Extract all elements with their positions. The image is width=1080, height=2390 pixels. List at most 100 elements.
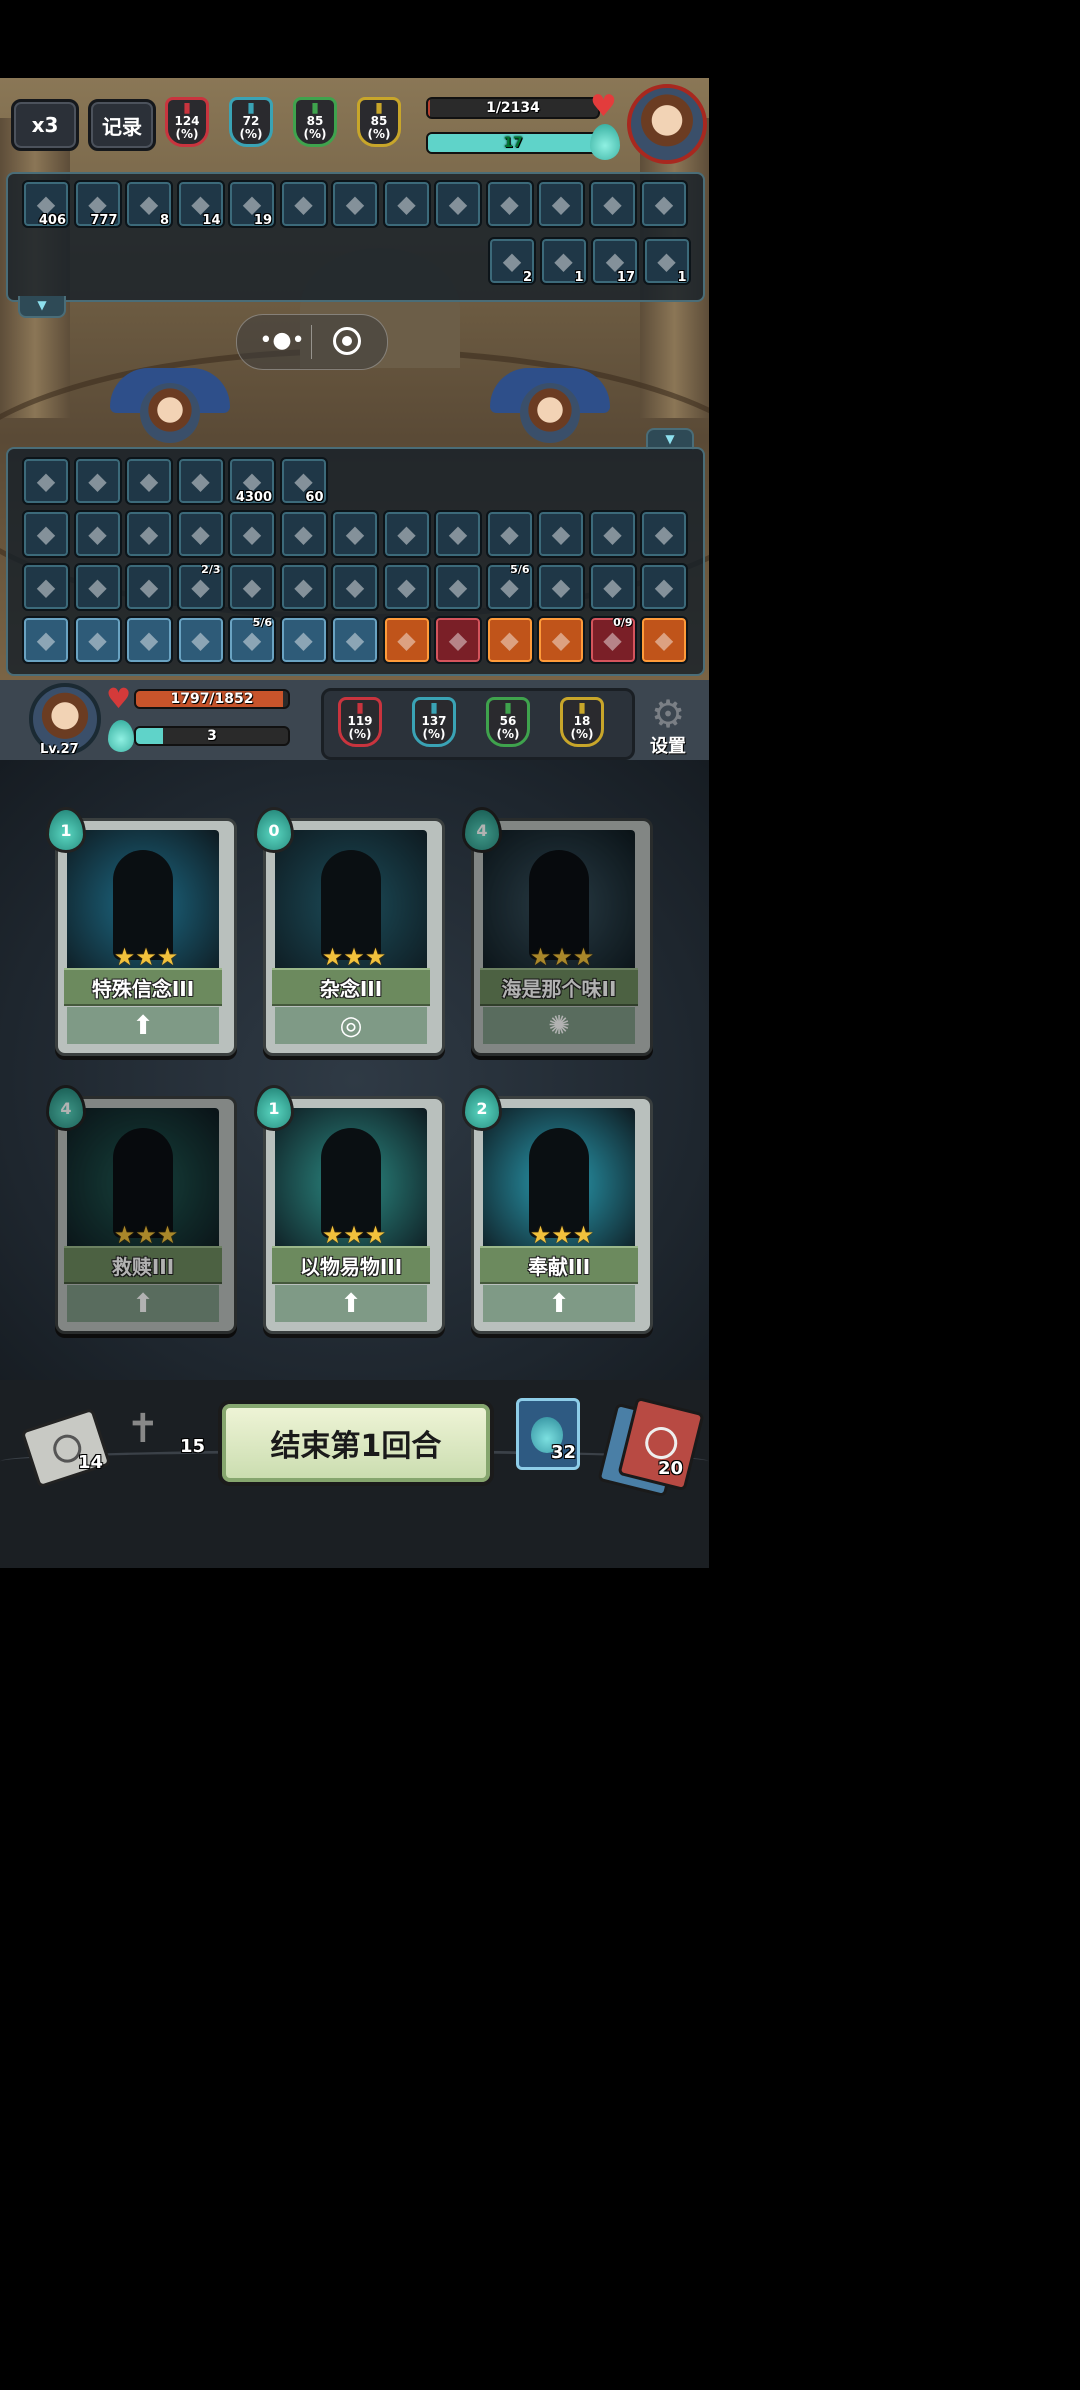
sword-icon[interactable]: ◆ bbox=[588, 180, 637, 228]
hand-card[interactable]: ★★★ 救赎III ⬆ 4 bbox=[46, 1085, 237, 1334]
bandaged-head-icon[interactable]: ◆ bbox=[125, 510, 173, 558]
slot-glyph: ◆ bbox=[345, 626, 365, 654]
collapse-enemy-panel-icon[interactable]: ▼ bbox=[18, 296, 66, 318]
rice-ball-icon[interactable]: ◆ bbox=[331, 563, 379, 611]
bone-icon[interactable]: ◆ bbox=[434, 180, 482, 228]
cage-icon[interactable]: ◆ bbox=[434, 563, 482, 611]
slot-glyph: ◆ bbox=[294, 573, 313, 601]
bone-icon[interactable]: ◆ bbox=[537, 180, 585, 228]
record-button[interactable]: 记录 bbox=[88, 99, 156, 151]
slot-progress: 5/6 bbox=[510, 563, 530, 576]
striped-mask-icon[interactable]: ◆ bbox=[382, 563, 431, 611]
player-character[interactable] bbox=[110, 348, 230, 458]
flame-wall-icon[interactable]: ◆ 1 bbox=[539, 237, 588, 285]
grave-pile-icon[interactable]: ✝ bbox=[126, 1404, 182, 1454]
player-stat[interactable]: ▮ 18 (%) bbox=[560, 697, 604, 747]
slot-machine-icon[interactable]: ◆ 2/3 bbox=[176, 563, 225, 611]
hand-card[interactable]: ★★★ 以物易物III ⬆ 1 bbox=[254, 1085, 445, 1334]
cycle-icon[interactable]: ◆ bbox=[640, 616, 688, 664]
boot-icon[interactable]: ◆ bbox=[382, 616, 431, 664]
ogre-face-icon[interactable]: ◆ bbox=[331, 616, 379, 664]
hand-card[interactable]: ★★★ 海是那个味II ✺ 4 bbox=[462, 807, 653, 1056]
scroll-icon[interactable]: ◆ 5/6 bbox=[485, 563, 534, 611]
goblin-icon[interactable]: ◆ bbox=[73, 563, 122, 611]
scroll-icon[interactable]: ◆ bbox=[434, 510, 482, 558]
green-beam-icon[interactable]: ◆ bbox=[176, 457, 225, 505]
dagger-icon[interactable]: ◆ bbox=[588, 510, 637, 558]
up-arrow-icon[interactable]: ◆ bbox=[537, 616, 585, 664]
red-demon-icon[interactable]: ◆ bbox=[73, 510, 122, 558]
enemy-stat[interactable]: ▮ 85 (%) bbox=[357, 97, 401, 147]
settings-label[interactable]: 设置 bbox=[640, 732, 696, 758]
blue-face-icon[interactable]: ◆ bbox=[176, 616, 225, 664]
mask-icon[interactable]: ◆ bbox=[382, 180, 431, 228]
boxing-glove-icon[interactable]: ◆ bbox=[73, 457, 122, 505]
enemy-stat[interactable]: ▮ 124 (%) bbox=[165, 97, 209, 147]
hand-card[interactable]: ★★★ 奉献III ⬆ 2 bbox=[462, 1085, 653, 1334]
green-dice-icon[interactable]: ◆ bbox=[588, 563, 637, 611]
bone-icon[interactable]: ◆ bbox=[279, 563, 328, 611]
vortex-icon[interactable]: ◆ 8 bbox=[125, 180, 173, 228]
blue-rune-icon[interactable]: ◆ bbox=[22, 616, 70, 664]
hand-card[interactable]: ★★★ 杂念III ◎ 0 bbox=[254, 807, 445, 1056]
sword-slash-icon[interactable]: ◆ 2 bbox=[488, 237, 536, 285]
red-bone-icon[interactable]: ◆ bbox=[640, 510, 688, 558]
purple-vortex-icon[interactable]: ◆ 14 bbox=[176, 180, 225, 228]
shield-icon[interactable]: ◆ 1 bbox=[642, 237, 691, 285]
goblet-icon[interactable]: ◆ bbox=[331, 180, 379, 228]
coiled-rope-icon[interactable]: ◆ bbox=[279, 510, 328, 558]
pumpkin-icon[interactable]: ◆ bbox=[279, 616, 328, 664]
close-miniprogram-icon[interactable] bbox=[333, 327, 361, 355]
card-stars: ★★★ bbox=[529, 943, 595, 971]
cauldron-icon[interactable]: ◆ bbox=[382, 510, 431, 558]
fire-icon[interactable]: ◆ 777 bbox=[73, 180, 122, 228]
more-options-icon[interactable]: •●• bbox=[257, 327, 307, 357]
vortex-icon[interactable]: ◆ bbox=[125, 457, 173, 505]
sack-icon[interactable]: ◆ bbox=[176, 510, 225, 558]
crossbow-icon[interactable]: ◆ bbox=[125, 563, 173, 611]
white-burst-icon[interactable]: ◆ 5/6 bbox=[228, 616, 276, 664]
heart-shield-icon[interactable]: ◆ 0/9 bbox=[588, 616, 637, 664]
knight-helmet-icon[interactable]: ◆ bbox=[22, 510, 70, 558]
meat-icon[interactable]: ◆ bbox=[22, 563, 70, 611]
gear-icon[interactable]: ⚙ bbox=[643, 694, 693, 734]
player-stat[interactable]: ▮ 119 (%) bbox=[338, 697, 382, 747]
speed-button[interactable]: x3 bbox=[11, 99, 79, 151]
amulet-icon[interactable]: ◆ bbox=[537, 563, 585, 611]
slot-glyph: ◆ bbox=[500, 626, 519, 654]
enemy-stat[interactable]: ▮ 85 (%) bbox=[293, 97, 337, 147]
enemy-stat[interactable]: ▮ 72 (%) bbox=[229, 97, 273, 147]
horn-icon[interactable]: ◆ bbox=[640, 563, 688, 611]
slot-glyph: ◆ bbox=[191, 467, 210, 495]
player-stat[interactable]: ▮ 137 (%) bbox=[412, 697, 456, 747]
spiked-ball-icon[interactable]: ◆ bbox=[331, 510, 379, 558]
feather-icon[interactable]: ◆ bbox=[640, 180, 688, 228]
hand-card[interactable]: ★★★ 特殊信念III ⬆ 1 bbox=[46, 807, 237, 1056]
red-glove-icon[interactable]: ◆ bbox=[228, 563, 276, 611]
idol-icon[interactable]: ◆ bbox=[537, 510, 585, 558]
helmet-icon[interactable]: ◆ bbox=[22, 457, 70, 505]
caduceus-icon[interactable]: ◆ bbox=[125, 616, 173, 664]
shield-icon[interactable]: ◆ 19 bbox=[228, 180, 276, 228]
enemy-character[interactable] bbox=[490, 348, 610, 458]
card-name: 海是那个味II bbox=[480, 968, 638, 1006]
trident-icon[interactable]: ◆ bbox=[485, 180, 534, 228]
boot-icon[interactable]: ◆ bbox=[485, 616, 534, 664]
blue-fist-icon[interactable]: ◆ bbox=[73, 616, 122, 664]
boot-icon[interactable]: ◆ bbox=[434, 616, 482, 664]
green-snake-icon[interactable]: ◆ 17 bbox=[591, 237, 639, 285]
slot-glyph: ◆ bbox=[603, 626, 622, 654]
skull-icon[interactable]: ◆ 406 bbox=[22, 180, 70, 228]
gold-flame-icon[interactable]: ◆ 4300 bbox=[228, 457, 276, 505]
dark-orb-icon[interactable]: ◆ bbox=[279, 180, 328, 228]
end-turn-button[interactable]: 结束第1回合 bbox=[218, 1400, 494, 1486]
slot-glyph: ◆ bbox=[242, 573, 262, 601]
player-stat[interactable]: ▮ 56 (%) bbox=[486, 697, 530, 747]
card-cost: 1 bbox=[254, 1085, 294, 1131]
shield-icon[interactable]: ◆ 60 bbox=[279, 457, 328, 505]
eyepatch-icon[interactable]: ◆ bbox=[485, 510, 534, 558]
enemy-avatar[interactable] bbox=[627, 84, 707, 164]
slot-glyph: ◆ bbox=[554, 247, 573, 275]
potion-icon[interactable]: ◆ bbox=[228, 510, 276, 558]
card-stars: ★★★ bbox=[321, 943, 387, 971]
